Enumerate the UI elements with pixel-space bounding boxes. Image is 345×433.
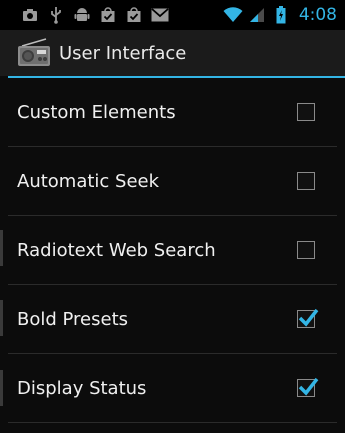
shopping-bag-icon <box>124 5 144 25</box>
gmail-icon <box>150 5 170 25</box>
scroll-edge-mark <box>0 370 3 406</box>
bold-presets-checkbox[interactable] <box>297 308 319 328</box>
pref-label: Display Status <box>17 377 147 399</box>
settings-screen: 4:08 User Interface Custom Elements Auto… <box>0 0 345 433</box>
page-title: User Interface <box>59 42 187 64</box>
radiotext-web-search-checkbox[interactable] <box>297 241 315 259</box>
android-debug-icon <box>72 5 92 25</box>
display-status-checkbox[interactable] <box>297 377 319 397</box>
shopping-bag-icon <box>98 5 118 25</box>
preference-list: Custom Elements Automatic Seek Radiotext… <box>0 78 345 423</box>
camera-icon <box>20 5 40 25</box>
checkmark-icon <box>298 377 319 396</box>
signal-icon <box>247 5 267 25</box>
pref-label: Custom Elements <box>17 101 176 123</box>
pref-item-radiotext-web-search[interactable]: Radiotext Web Search <box>0 216 345 284</box>
scroll-edge-mark <box>0 230 3 266</box>
action-bar: User Interface <box>0 30 345 76</box>
notification-icons <box>0 0 170 30</box>
radio-icon[interactable] <box>17 38 51 68</box>
status-bar: 4:08 <box>0 0 345 30</box>
usb-icon <box>46 5 66 25</box>
pref-item-bold-presets[interactable]: Bold Presets <box>0 285 345 353</box>
pref-item-display-status[interactable]: Display Status <box>0 354 345 422</box>
divider <box>8 422 337 423</box>
pref-label: Automatic Seek <box>17 170 160 192</box>
pref-label: Radiotext Web Search <box>17 239 216 261</box>
pref-label: Bold Presets <box>17 308 129 330</box>
checkmark-icon <box>298 308 319 327</box>
custom-elements-checkbox[interactable] <box>297 103 315 121</box>
pref-item-custom-elements[interactable]: Custom Elements <box>0 78 345 146</box>
wifi-icon <box>223 5 243 25</box>
automatic-seek-checkbox[interactable] <box>297 172 315 190</box>
clock: 4:08 <box>298 5 337 25</box>
battery-icon <box>271 5 291 25</box>
scroll-edge-mark <box>0 300 3 336</box>
system-icons: 4:08 <box>223 0 345 30</box>
pref-item-automatic-seek[interactable]: Automatic Seek <box>0 147 345 215</box>
